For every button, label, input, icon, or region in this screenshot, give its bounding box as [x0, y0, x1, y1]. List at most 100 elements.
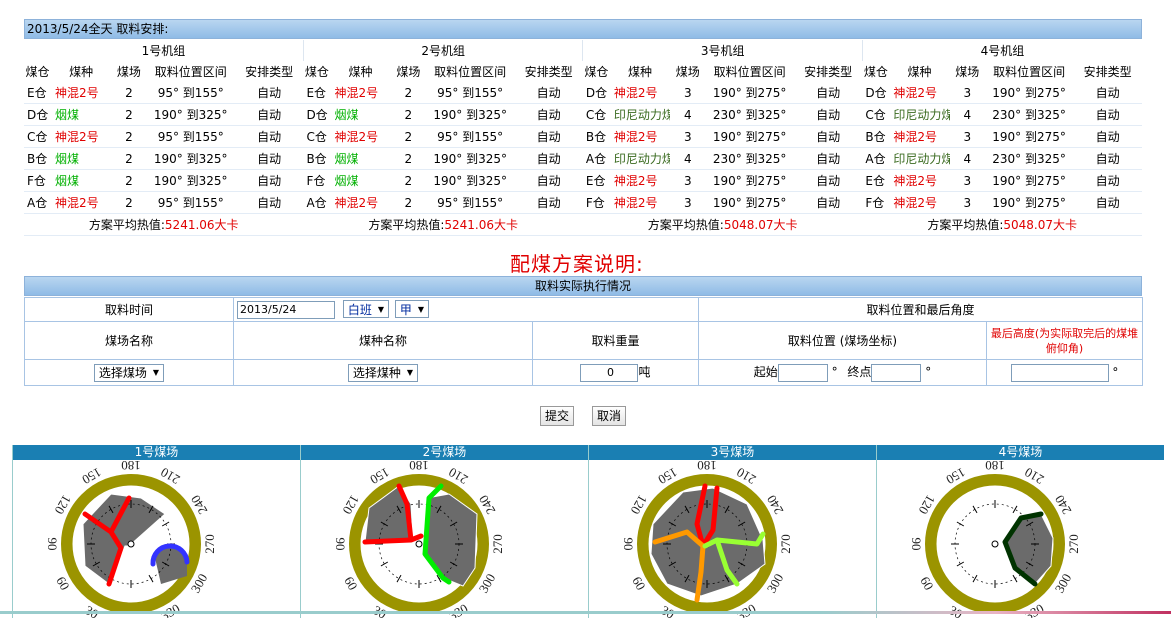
cell-type: 自动 [1073, 147, 1142, 170]
dial: 0306090120150180210240270300330 [621, 460, 793, 618]
column-header: 煤仓 [304, 65, 329, 79]
position-label: 取料位置 (煤场坐标) [698, 321, 987, 360]
yard-2-dial: 0306090120150180210240270300330 [333, 460, 505, 618]
final-height-input[interactable] [1010, 363, 1109, 382]
cell-type: 自动 [234, 82, 304, 104]
average-heat: 方案平均热值:5048.07大卡 [862, 213, 1142, 236]
cell-yard: 2 [390, 147, 426, 170]
average-heat: 方案平均热值:5241.06大卡 [24, 213, 304, 236]
degree-mark: ° [831, 365, 838, 380]
average-heat-label: 方案平均热值: [88, 218, 165, 232]
execution-table: 取料时间 2013/5/24 白班 ▼ 甲 ▼ 取料位置和最后角度 煤场名称 煤种名… [24, 297, 1144, 386]
yard-4-dial: 0306090120150180210240270300330 [909, 460, 1081, 618]
cell-bin: E仓 [24, 82, 51, 104]
column-header: 煤种 [348, 65, 373, 79]
column-header: 安排类型 [524, 65, 573, 79]
cell-coal: 神混2号 [330, 82, 391, 104]
cell-coal: 神混2号 [330, 191, 391, 214]
weight-input[interactable]: 0 [580, 363, 639, 382]
average-heat-value: 5048.07大卡 [723, 218, 798, 232]
cell-coal: 印尼动力煤 [889, 103, 950, 126]
cell-type: 自动 [234, 169, 304, 192]
cell-yard: 2 [390, 82, 426, 104]
coal-select[interactable]: 选择煤种 ▼ [347, 363, 419, 382]
submit-button[interactable]: 提交 [540, 406, 575, 426]
cell-coal: 神混2号 [889, 169, 950, 192]
yard-name-label: 煤场名称 [24, 321, 234, 360]
cell-yard: 2 [111, 103, 147, 126]
execution-header-bar: 取料实际执行情况 [24, 276, 1142, 296]
chevron-down-icon: ▼ [406, 368, 414, 377]
cell-yard: 3 [949, 169, 985, 192]
table-row: C仓 神混2号 2 95° 到155° 自动 C仓 神混2号 2 95° 到155° 自动 B仓 神混… [24, 125, 1142, 148]
cell-coal: 烟煤 [51, 169, 112, 192]
start-label: 起始 [753, 365, 778, 380]
cell-coal: 神混2号 [609, 82, 671, 104]
average-heat-value: 5048.07大卡 [1003, 218, 1078, 232]
cell-yard: 2 [111, 82, 147, 104]
cell-range: 190° 到325° [426, 147, 515, 170]
dial-center [127, 540, 135, 548]
yards-panel: 1号煤场 0306090120150180210240270300330 2号煤… [12, 445, 1164, 618]
yard-select[interactable]: 选择煤场 ▼ [93, 363, 165, 382]
cell-bin: D仓 [24, 103, 51, 126]
dial-label: 90 [621, 538, 636, 551]
dial-center [991, 540, 999, 548]
coal-select-value: 选择煤种 [352, 366, 401, 380]
schedule-table: 1号机组 2号机组 3号机组 4号机组 煤仓 煤种 煤场 取料位置区间 安排类型 煤仓 煤种 煤场 取料… [24, 40, 1142, 236]
start-input[interactable] [777, 363, 828, 382]
cell-type: 自动 [514, 147, 583, 170]
cell-yard: 4 [949, 147, 985, 170]
cell-yard: 2 [390, 191, 426, 214]
cell-yard: 4 [670, 147, 706, 170]
degree-mark: ° [925, 365, 932, 380]
column-header: 煤场 [675, 65, 700, 79]
dial-center [415, 540, 423, 548]
cell-yard: 3 [949, 82, 985, 104]
dial-label: 90 [333, 538, 348, 551]
cell-yard: 2 [111, 169, 147, 192]
cell-type: 自动 [234, 125, 304, 148]
schedule-header-text: 2013/5/24全天 取料安排: [27, 22, 169, 36]
dial-label: 90 [909, 538, 924, 551]
cell-yard: 3 [670, 82, 706, 104]
team-select-value: 甲 [399, 302, 412, 317]
date-input[interactable]: 2013/5/24 [237, 301, 335, 319]
cell-bin: C仓 [862, 103, 890, 126]
cell-yard: 2 [111, 125, 147, 148]
cell-range: 95° 到155° [146, 191, 235, 214]
cell-yard: 2 [390, 103, 426, 126]
cell-range: 230° 到325° [705, 103, 794, 126]
cell-type: 自动 [514, 82, 583, 104]
cell-bin: C仓 [582, 103, 610, 126]
chevron-down-icon: ▼ [377, 304, 384, 314]
cell-bin: B仓 [862, 125, 890, 148]
cell-range: 190° 到325° [426, 169, 515, 192]
shift-select[interactable]: 白班 ▼ [342, 300, 389, 318]
cell-coal: 神混2号 [889, 191, 950, 214]
column-header: 取料位置区间 [993, 65, 1066, 79]
dial-label: 270 [490, 534, 505, 554]
cell-range: 95° 到155° [146, 125, 235, 148]
cell-coal: 神混2号 [889, 82, 950, 104]
cell-type: 自动 [793, 169, 863, 192]
cell-type: 自动 [234, 147, 304, 170]
yard-3-dial: 0306090120150180210240270300330 [621, 460, 793, 618]
column-header: 煤仓 [25, 65, 50, 79]
coal-name-label: 煤种名称 [233, 321, 533, 360]
cell-type: 自动 [793, 103, 863, 126]
cell-bin: A仓 [862, 147, 890, 170]
team-select[interactable]: 甲 ▼ [394, 300, 429, 318]
chevron-down-icon: ▼ [417, 304, 424, 314]
yard-1-dial: 0306090120150180210240270300330 [45, 460, 217, 618]
end-input[interactable] [871, 363, 922, 382]
cell-coal: 神混2号 [889, 125, 950, 148]
final-height-label: 最后高度(为实际取完后的煤堆俯仰角) [985, 321, 1144, 360]
yard-title: 3号煤场 [589, 445, 876, 460]
cell-bin: C仓 [24, 125, 51, 148]
cell-bin: C仓 [303, 125, 331, 148]
cell-bin: A仓 [582, 147, 610, 170]
dial: 0306090120150180210240270300330 [45, 460, 217, 618]
cell-yard: 3 [949, 125, 985, 148]
cancel-button[interactable]: 取消 [592, 406, 627, 426]
